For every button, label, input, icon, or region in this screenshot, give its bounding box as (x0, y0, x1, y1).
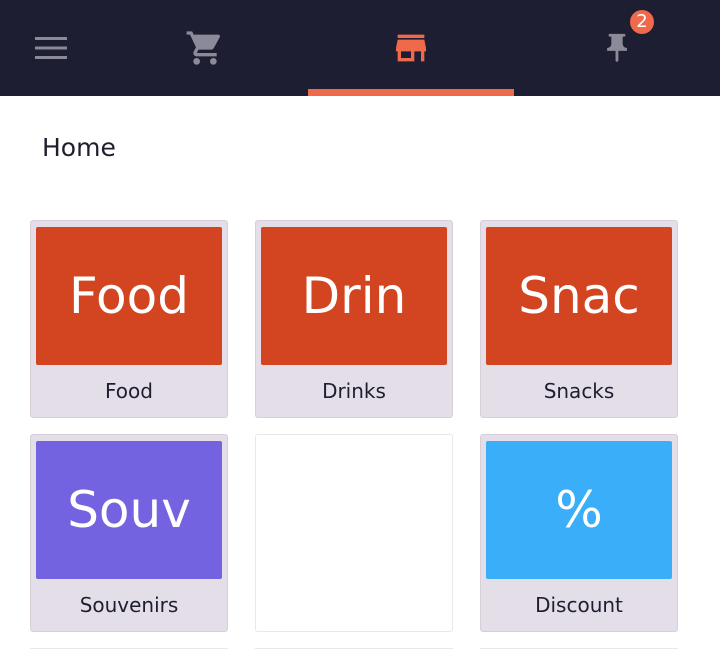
storefront-icon (396, 34, 426, 62)
category-tile-drinks[interactable]: Drin Drinks (255, 220, 453, 418)
tile-label: Souvenirs (79, 593, 179, 617)
tile-label: Snacks (543, 379, 615, 403)
cart-tab[interactable] (102, 0, 308, 96)
empty-tile (255, 434, 453, 632)
tile-face: Food (36, 227, 222, 365)
store-tab[interactable] (308, 0, 514, 96)
tile-label: Food (105, 379, 153, 403)
tile-label: Discount (535, 593, 623, 617)
menu-button[interactable] (0, 0, 102, 96)
page-title: Home (42, 133, 116, 162)
category-tile-snacks[interactable]: Snac Snacks (480, 220, 678, 418)
shopping-cart-icon (186, 31, 221, 65)
pinned-count-badge: 2 (630, 10, 654, 34)
pinned-tab[interactable] (514, 0, 720, 96)
tile-label: Drinks (322, 379, 386, 403)
tile-face: Drin (261, 227, 447, 365)
pushpin-icon (607, 33, 627, 63)
top-navigation-bar: 2 (0, 0, 720, 96)
category-tile-souvenirs[interactable]: Souv Souvenirs (30, 434, 228, 632)
tile-face: Souv (36, 441, 222, 579)
category-tile-discount[interactable]: % Discount (480, 434, 678, 632)
tile-face: % (486, 441, 672, 579)
tile-face: Snac (486, 227, 672, 365)
category-tile-food[interactable]: Food Food (30, 220, 228, 418)
active-tab-indicator (308, 89, 514, 96)
hamburger-menu-icon (35, 37, 67, 59)
